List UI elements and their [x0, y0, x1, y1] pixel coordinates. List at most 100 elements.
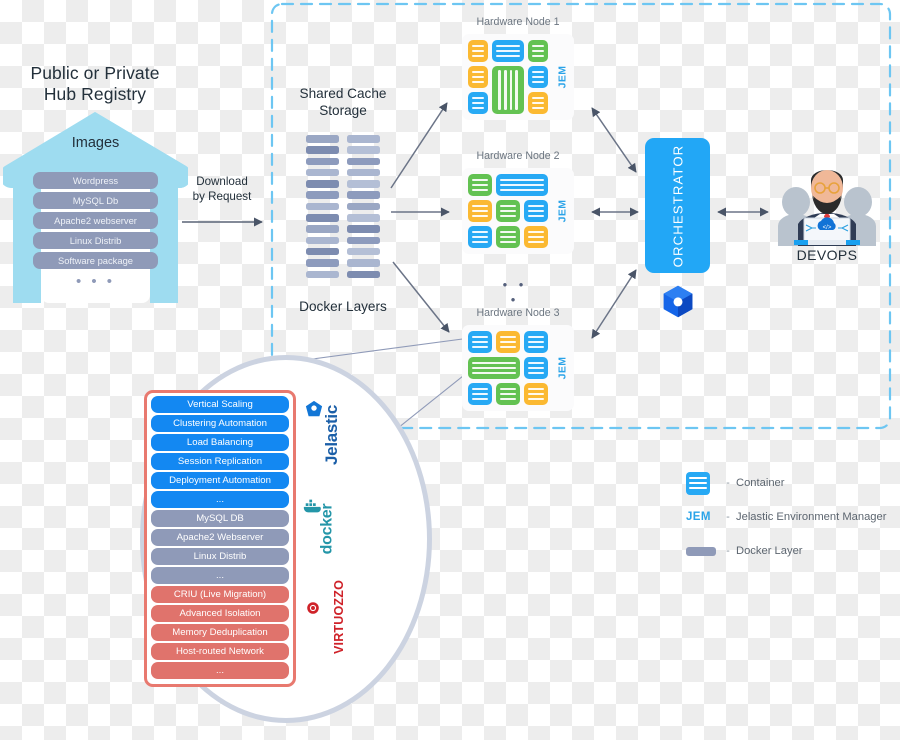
- container-block[interactable]: [468, 200, 492, 222]
- orchestrator-box[interactable]: ORCHESTRATOR: [645, 138, 710, 273]
- docker-layers-title: Docker Layers: [299, 299, 387, 314]
- container-block[interactable]: [468, 226, 492, 248]
- container-block[interactable]: [528, 40, 548, 62]
- container-block[interactable]: [528, 66, 548, 88]
- legend-separator: -: [726, 477, 730, 489]
- node-1-container-grid: [468, 40, 548, 114]
- hardware-nodes-ellipsis: • • •: [502, 277, 528, 307]
- virtuozzo-mark-icon: [307, 602, 319, 614]
- jem-label: JEM: [556, 356, 569, 380]
- stack-item-jelastic[interactable]: Session Replication: [151, 453, 289, 470]
- container-block[interactable]: [496, 331, 520, 353]
- svg-text:</>: </>: [823, 225, 832, 231]
- stack-item-virtuozzo[interactable]: Advanced Isolation: [151, 605, 289, 622]
- docker-layer-bar: [306, 135, 339, 143]
- container-block[interactable]: [468, 357, 520, 379]
- container-icon: [686, 471, 720, 495]
- container-block[interactable]: [468, 331, 492, 353]
- legend-separator: -: [726, 511, 730, 523]
- hub-registry-title-line2: Hub Registry: [43, 84, 147, 104]
- container-block[interactable]: [496, 226, 520, 248]
- node-title-3: Hardware Node 3: [476, 307, 560, 319]
- hub-image-list: Wordpress MySQL Db Apache2 webserver Lin…: [33, 172, 158, 272]
- download-label-line1: Download: [196, 175, 248, 188]
- container-block[interactable]: [468, 40, 488, 62]
- docker-layer-bar: [347, 214, 380, 222]
- container-block[interactable]: [496, 383, 520, 405]
- docker-layer-bar: [306, 180, 339, 188]
- virtuozzo-logo-text: VIRTUOZZO: [332, 579, 347, 655]
- container-block[interactable]: [528, 92, 548, 114]
- stack-item-jelastic[interactable]: ...: [151, 491, 289, 508]
- jem-tab-node-2[interactable]: JEM: [551, 180, 573, 242]
- stack-item-virtuozzo[interactable]: Host-routed Network: [151, 643, 289, 660]
- orchestrator-label: ORCHESTRATOR: [670, 144, 685, 267]
- stack-item-jelastic[interactable]: Deployment Automation: [151, 472, 289, 489]
- list-item[interactable]: Wordpress: [33, 172, 158, 189]
- docker-layer-bar: [306, 270, 339, 279]
- stack-item-virtuozzo[interactable]: Memory Deduplication: [151, 624, 289, 641]
- docker-layer-bar: [306, 236, 339, 245]
- jelastic-logo: Jelastic: [302, 405, 341, 465]
- container-block[interactable]: [468, 66, 488, 88]
- docker-layer-icon: [686, 546, 720, 556]
- docker-layer-bar: [347, 247, 380, 256]
- devops-illustration: </>: [778, 170, 876, 246]
- list-item[interactable]: Software package: [33, 252, 158, 269]
- container-block[interactable]: [496, 200, 520, 222]
- stack-item-docker[interactable]: Apache2 Webserver: [151, 529, 289, 546]
- cache-title-line1: Shared Cache: [299, 86, 387, 101]
- docker-layer-stack: [306, 135, 380, 289]
- list-item[interactable]: Apache2 webserver: [33, 212, 158, 229]
- jelastic-logo-text: Jelastic: [321, 405, 341, 465]
- legend-row-container: - Container: [686, 466, 896, 500]
- jem-icon: JEM: [686, 511, 720, 523]
- hub-images-label: Images: [71, 135, 120, 151]
- jem-tab-node-3[interactable]: JEM: [551, 337, 573, 399]
- list-item[interactable]: MySQL Db: [33, 192, 158, 209]
- stack-item-virtuozzo[interactable]: ...: [151, 662, 289, 679]
- node-title-1: Hardware Node 1: [476, 16, 560, 28]
- container-block[interactable]: [468, 92, 488, 114]
- legend-row-jem: JEM - Jelastic Environment Manager: [686, 500, 896, 534]
- docker-layer-bar: [347, 146, 380, 154]
- docker-whale-icon: [303, 499, 321, 513]
- docker-layer-bar: [306, 168, 339, 177]
- container-block[interactable]: [468, 174, 492, 196]
- docker-logo: docker: [302, 504, 335, 555]
- docker-layer-bar: [347, 270, 380, 279]
- docker-layer-bar: [306, 146, 339, 154]
- stack-item-virtuozzo[interactable]: CRIU (Live Migration): [151, 586, 289, 603]
- orchestrator-cube-icon: [663, 285, 693, 318]
- jem-tab-node-1[interactable]: JEM: [551, 46, 573, 108]
- container-block[interactable]: [524, 226, 548, 248]
- docker-layer-bar: [347, 259, 380, 267]
- docker-layer-bar: [347, 202, 380, 211]
- container-block[interactable]: [491, 40, 525, 62]
- hub-list-ellipsis: • • •: [75, 273, 116, 290]
- stack-item-jelastic[interactable]: Clustering Automation: [151, 415, 289, 432]
- container-block[interactable]: [491, 66, 525, 114]
- hub-registry-title: Public or Private Hub Registry: [5, 63, 185, 105]
- container-block[interactable]: [496, 174, 548, 196]
- legend-row-docker-layer: - Docker Layer: [686, 534, 896, 568]
- technology-stack-frame: Vertical Scaling Clustering Automation Loa…: [144, 390, 296, 687]
- docker-layer-bar: [347, 135, 380, 143]
- container-block[interactable]: [524, 357, 548, 379]
- container-block[interactable]: [524, 331, 548, 353]
- container-block[interactable]: [468, 383, 492, 405]
- docker-layer-bar: [347, 157, 380, 166]
- docker-layer-bar: [306, 157, 339, 166]
- stack-item-docker[interactable]: ...: [151, 567, 289, 584]
- list-item[interactable]: Linux Distrib: [33, 232, 158, 249]
- stack-item-jelastic[interactable]: Load Balancing: [151, 434, 289, 451]
- docker-layer-bar: [347, 236, 380, 245]
- legend-label-container: Container: [736, 477, 785, 489]
- devops-label: DEVOPS: [796, 247, 858, 263]
- download-label-line2: by Request: [192, 189, 252, 203]
- container-block[interactable]: [524, 200, 548, 222]
- container-block[interactable]: [524, 383, 548, 405]
- stack-item-docker[interactable]: MySQL DB: [151, 510, 289, 527]
- stack-item-jelastic[interactable]: Vertical Scaling: [151, 396, 289, 413]
- stack-item-docker[interactable]: Linux Distrib: [151, 548, 289, 565]
